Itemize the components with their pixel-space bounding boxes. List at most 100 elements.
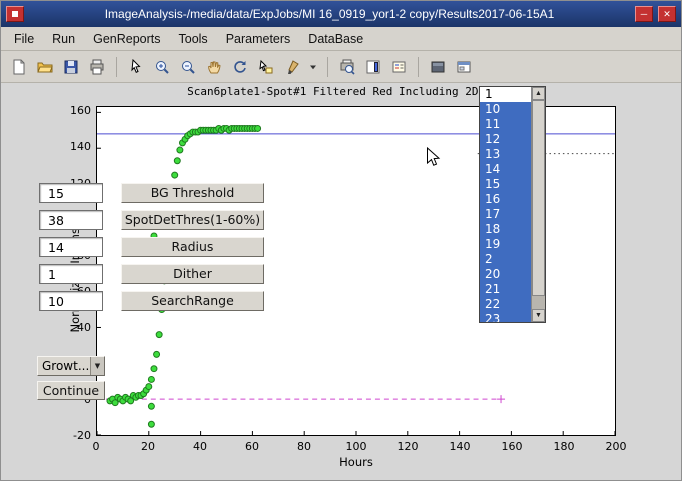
x-tick-label: 20 — [131, 440, 165, 453]
pan-button[interactable] — [202, 55, 226, 79]
edit-plot-icon — [128, 59, 144, 75]
radius-input[interactable] — [39, 237, 103, 257]
spot-det-thres-input[interactable] — [39, 210, 103, 230]
dropdown-item-17[interactable]: 17 — [480, 207, 531, 222]
menu-tools[interactable]: Tools — [170, 28, 217, 50]
save-figure-icon — [63, 59, 79, 75]
mouse-cursor — [426, 147, 442, 169]
insert-colorbar-icon — [365, 59, 381, 75]
dropdown-item-11[interactable]: 11 — [480, 117, 531, 132]
y-tick-label: 140 — [43, 140, 91, 153]
radius-button[interactable]: Radius — [121, 237, 264, 257]
dropdown-item-20[interactable]: 20 — [480, 267, 531, 282]
window-title: ImageAnalysis-/media/data/ExpJobs/MI 16_… — [29, 7, 630, 21]
x-tick-label: 200 — [599, 440, 633, 453]
search-range-input[interactable] — [39, 291, 103, 311]
rotate-3d-icon — [232, 59, 248, 75]
brush-dropdown-button[interactable] — [306, 55, 320, 79]
dropdown-item-22[interactable]: 22 — [480, 297, 531, 312]
menubar: FileRunGenReportsToolsParametersDataBase — [1, 27, 681, 51]
insert-colorbar-button[interactable] — [361, 55, 385, 79]
close-button[interactable]: ✕ — [658, 6, 676, 22]
insert-legend-button[interactable] — [387, 55, 411, 79]
scroll-thumb[interactable] — [532, 100, 545, 296]
menu-parameters[interactable]: Parameters — [217, 28, 300, 50]
scroll-down-arrow-icon[interactable]: ▼ — [532, 309, 545, 322]
zoom-out-icon — [180, 59, 196, 75]
show-plot-tools-icon — [456, 59, 472, 75]
dropdown-items: 110111213141516171819220212223 — [480, 87, 531, 322]
window-menu-button[interactable] — [6, 6, 24, 22]
hide-plot-tools-icon — [430, 59, 446, 75]
new-figure-button[interactable] — [7, 55, 31, 79]
edit-plot-button[interactable] — [124, 55, 148, 79]
dropdown-item-12[interactable]: 12 — [480, 132, 531, 147]
spot-det-thres-button[interactable]: SpotDetThres(1-60%) — [121, 210, 264, 230]
toolbar-separator — [418, 57, 419, 77]
dropdown-item-23[interactable]: 23 — [480, 312, 531, 322]
minimize-button[interactable]: ─ — [635, 6, 653, 22]
menu-genreports[interactable]: GenReports — [84, 28, 169, 50]
growth-popup[interactable]: Growt... ▼ — [37, 356, 105, 376]
data-cursor-icon — [258, 59, 274, 75]
toolbar — [1, 51, 681, 83]
app-icon — [12, 11, 18, 17]
dropdown-item-16[interactable]: 16 — [480, 192, 531, 207]
data-cursor-button[interactable] — [254, 55, 278, 79]
print-figure-icon — [89, 59, 105, 75]
x-axis-label: Hours — [96, 455, 616, 469]
dropdown-list: 110111213141516171819220212223 ▲ ▼ — [479, 86, 546, 323]
dropdown-item-19[interactable]: 19 — [480, 237, 531, 252]
x-tick-label: 100 — [339, 440, 373, 453]
insert-legend-icon — [391, 59, 407, 75]
y-tick-label: 40 — [43, 321, 91, 334]
brush-icon — [284, 59, 300, 75]
brush-dropdown-icon — [307, 59, 319, 75]
toolbar-separator — [116, 57, 117, 77]
x-tick-label: 160 — [495, 440, 529, 453]
new-figure-icon — [11, 59, 27, 75]
dropdown-item-21[interactable]: 21 — [480, 282, 531, 297]
dropdown-scrollbar[interactable]: ▲ ▼ — [531, 87, 545, 322]
dropdown-item-14[interactable]: 14 — [480, 162, 531, 177]
bg-threshold-input[interactable] — [39, 183, 103, 203]
dropdown-item-2[interactable]: 2 — [480, 252, 531, 267]
print-preview-icon — [339, 59, 355, 75]
pan-icon — [206, 59, 222, 75]
print-figure-button[interactable] — [85, 55, 109, 79]
app-window: ImageAnalysis-/media/data/ExpJobs/MI 16_… — [0, 0, 682, 481]
bg-threshold-button[interactable]: BG Threshold — [121, 183, 264, 203]
titlebar[interactable]: ImageAnalysis-/media/data/ExpJobs/MI 16_… — [1, 1, 681, 27]
dropdown-item-13[interactable]: 13 — [480, 147, 531, 162]
dropdown-item-18[interactable]: 18 — [480, 222, 531, 237]
rotate-3d-button[interactable] — [228, 55, 252, 79]
y-tick-label: 160 — [43, 104, 91, 117]
open-file-icon — [37, 59, 53, 75]
zoom-out-button[interactable] — [176, 55, 200, 79]
menu-file[interactable]: File — [5, 28, 43, 50]
x-tick-label: 180 — [547, 440, 581, 453]
dropdown-item-10[interactable]: 10 — [480, 102, 531, 117]
brush-button[interactable] — [280, 55, 304, 79]
dropdown-item-1[interactable]: 1 — [480, 87, 531, 102]
y-tick-label: -20 — [43, 429, 91, 442]
dither-input[interactable] — [39, 264, 103, 284]
toolbar-separator — [327, 57, 328, 77]
growth-popup-label: Growt... — [42, 359, 89, 373]
search-range-button[interactable]: SearchRange — [121, 291, 264, 311]
menu-run[interactable]: Run — [43, 28, 84, 50]
x-tick-label: 120 — [391, 440, 425, 453]
save-figure-button[interactable] — [59, 55, 83, 79]
chevron-down-icon: ▼ — [90, 357, 104, 375]
scroll-up-arrow-icon[interactable]: ▲ — [532, 87, 545, 100]
dropdown-item-15[interactable]: 15 — [480, 177, 531, 192]
continue-button[interactable]: Continue — [37, 381, 105, 400]
print-preview-button[interactable] — [335, 55, 359, 79]
show-plot-tools-button[interactable] — [452, 55, 476, 79]
open-file-button[interactable] — [33, 55, 57, 79]
dither-button[interactable]: Dither — [121, 264, 264, 284]
zoom-in-icon — [154, 59, 170, 75]
zoom-in-button[interactable] — [150, 55, 174, 79]
menu-database[interactable]: DataBase — [299, 28, 372, 50]
hide-plot-tools-button[interactable] — [426, 55, 450, 79]
